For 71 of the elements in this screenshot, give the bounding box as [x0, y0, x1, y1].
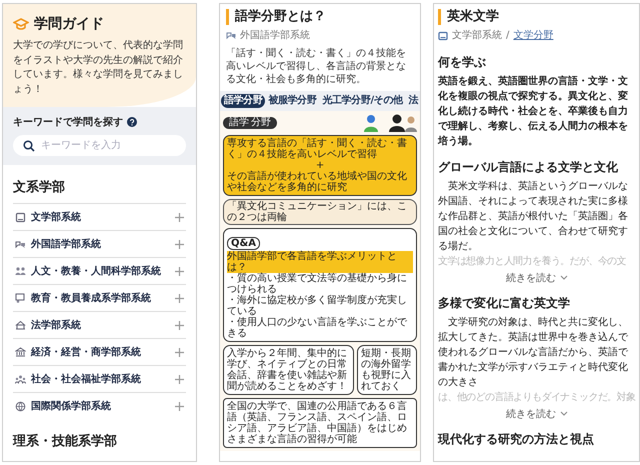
breadcrumb-separator: / [506, 30, 510, 42]
accordion-item[interactable]: 社会・社会福祉学部系統 [13, 365, 186, 392]
article-text: 文学研究の対象は、時代と共に変化し、拡大してきた。英語は世界中を巻き込んで使われるグローバルな言語だから、英語で書かれた文学が示すバラエティと時代変化の大きさ [438, 316, 629, 390]
bullet-text: ・使用人口の少ない言語を学ぶことができる [227, 316, 408, 339]
summary-text: 「話す・聞く・読む・書く」の４技能を高いレベルで習得し、各言語の背景となる文化・社会も多角的に研究。 [226, 46, 408, 86]
info-text: 専攻する言語の「話す・聞く・読む・書く」の４技能を高いレベルで習得 [227, 138, 408, 160]
accordion-item[interactable]: 法学部系統 [13, 311, 186, 338]
tab[interactable]: 語学分野 [221, 94, 266, 108]
note-text: 「異文化コミュニケーション」には、この２つは両輪 [223, 198, 417, 225]
speech-icon [226, 30, 236, 41]
tab[interactable]: 被服学分野 [265, 94, 320, 108]
page-title: 英米文学 [438, 9, 636, 25]
item-label: 教育・教員養成系学部系統 [31, 291, 152, 305]
speech-bubble: 入学から２年間、集中的に学び、ネイティブとの日常会話、辞書を使い雑誌や新聞が読めることをめざす！ [223, 344, 354, 395]
chevron-down-icon [560, 411, 568, 416]
breadcrumb-link[interactable]: 文学分野 [513, 30, 554, 42]
page-title: 語学分野とは？ [226, 9, 414, 25]
lead-text: 英語を鍛え、英語圏世界の言語・文学・文化を複眼の視点で探究する。異文化と、変化し続ける時代・社会とを、卒業後も自力で理解し、考察し、伝える人間力の根本を培う場。 [438, 74, 629, 149]
item-label: 文学部系統 [31, 210, 82, 224]
item-label: 法学部系統 [31, 318, 82, 332]
question-text: 外国語学部で各言語を学ぶメリットとは？ [227, 250, 413, 273]
bullet-text: ・海外に協定校が多く留学制度が充実している [227, 294, 408, 317]
read-more-link[interactable]: 続きを読む [438, 406, 636, 421]
item-label: 社会・社会福祉学部系統 [31, 372, 142, 386]
search-field[interactable]: キーワードを入力 [13, 135, 186, 156]
faded-text: は、他のどの言語よりもダイナミックだ。対象 [438, 390, 636, 405]
accordion-item[interactable]: 経済・経営・商学部系統 [13, 338, 186, 365]
faded-text: 文学は想像力と人間力を養う。だが、今の文 [438, 254, 628, 269]
section-heading: 文系学部 [13, 178, 66, 196]
section-heading: 多様で変化に富む英文学 [438, 294, 571, 312]
item-label: 人文・教養・人間科学部系統 [31, 264, 162, 278]
help-icon [127, 117, 137, 127]
read-more-link[interactable]: 続きを読む [438, 270, 636, 285]
info-box: 全国の大学で、国連の公用語である６言語（英語、フランス語、スペイン語、ロシア語、アラビア語、中国語）をはじめさまざまな言語の習得が可能 [223, 398, 417, 448]
info-text: その言語が使われている地域や国の文化や社会などを多角的に研究 [227, 170, 408, 193]
category-label: 外国語学部系統 [240, 30, 310, 42]
accordion-item[interactable]: 外国語学部系統 [13, 230, 186, 257]
book-icon [438, 30, 448, 41]
search-label: キーワードで学問を探す [13, 116, 123, 129]
section-heading: 何を学ぶ [438, 54, 487, 71]
book-icon [15, 212, 26, 222]
accordion-item[interactable]: 人文・教養・人間科学部系統 [13, 257, 186, 284]
chevron-down-icon [560, 275, 568, 280]
speech-icon [15, 238, 26, 250]
article-text: 英米文学科は、英語というグローバルな外国語、それによって表現された実に多様な作品群と、英語が根付いた「英語圏」各国の社会と文化について、合わせて研究する場だ。 [438, 180, 629, 254]
accordion-item[interactable]: 教育・教員養成系学部系統 [13, 284, 186, 311]
section-heading: 理系・技能系学部 [13, 432, 118, 450]
item-label: 国際関係学部系統 [31, 400, 112, 413]
speech-bubble: 短期・長期の海外留学も視野に入れておく [357, 344, 417, 395]
board-icon [15, 292, 26, 304]
section-heading: グローバル言語による文学と文化 [438, 158, 619, 176]
people-icon [15, 266, 26, 276]
graduation-cap-icon [13, 18, 29, 30]
breadcrumb-item: 文学部系統 [452, 30, 502, 42]
qa-label: Q&A [227, 236, 260, 250]
item-label: 経済・経営・商学部系統 [31, 345, 142, 359]
bullet-text: ・質の高い授業で文法等の基礎から身につけられる [227, 272, 408, 295]
field-tag: 語学 分野 [223, 116, 278, 129]
tab[interactable]: 法 [406, 94, 420, 108]
accordion-item[interactable]: 国際関係学部系統 [13, 392, 186, 419]
plus-sign: + [314, 160, 326, 171]
bank-icon [15, 346, 26, 358]
globe-icon [15, 400, 26, 412]
building-icon [15, 320, 26, 330]
item-label: 外国語学部系統 [31, 238, 102, 251]
page-title: 学問ガイド [34, 15, 104, 33]
section-heading: 現代化する研究の方法と視点 [438, 430, 595, 448]
group-icon [15, 374, 26, 384]
intro-text: 大学での学びについて、代表的な学問をイラストや大学の先生の解説で紹介しています。様々な学問を見てみましょう！ [13, 39, 184, 96]
tab[interactable]: 光工学分野/その他 [319, 94, 406, 108]
accordion-item[interactable]: 文学部系統 [13, 203, 186, 230]
